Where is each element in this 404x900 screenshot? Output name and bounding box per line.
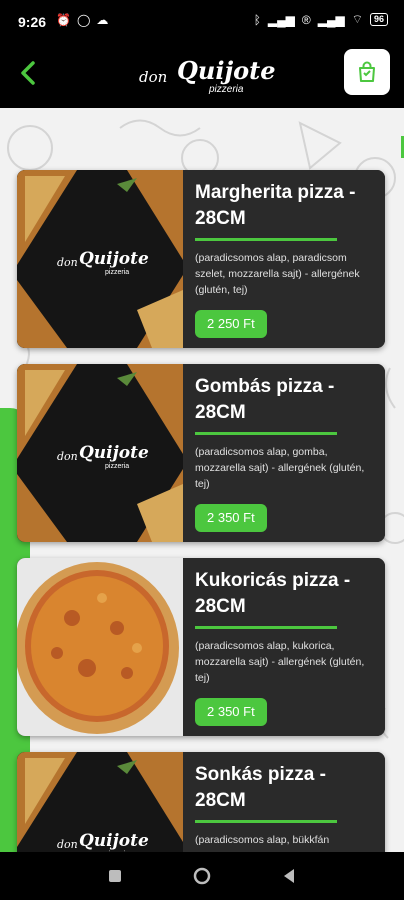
title-underline [195,432,337,435]
wifi-icon: ⌔ [351,12,363,26]
cart-button[interactable] [344,49,390,95]
product-title: Margherita pizza - 28CM [195,182,356,229]
svg-text:Quijote: Quijote [79,443,149,463]
status-time: 9:26 [18,14,47,30]
product-card[interactable]: don Quijote pizzeria Sonkás pizza - 28CM… [17,752,385,852]
product-image: don Quijote pizzeria [17,170,183,348]
product-title: Gombás pizza - 28CM [195,376,335,423]
svg-text:don: don [57,450,78,463]
shopping-bag-icon [359,61,375,82]
product-image: don Quijote pizzeria [17,752,183,852]
logo-don: don [139,68,168,86]
product-card[interactable]: don Quijote pizzeria Gombás pizza - 28CM… [17,364,385,542]
product-image [17,558,183,736]
battery-icon: 96 [369,13,388,26]
logo-quijote: Quijote [177,56,276,85]
status-right-icons: ᛒ ▂▄▆ ® ▂▄▆ ⌔ 96 [254,12,388,27]
brand-logo: don Quijote pizzeria [137,54,276,100]
signal-icon: ▂▄▆ [317,12,345,27]
product-image: don Quijote pizzeria [17,364,183,542]
svg-text:pizzeria: pizzeria [105,463,129,470]
product-title: Sonkás pizza - 28CM [195,764,326,811]
circle-icon[interactable] [192,866,212,886]
product-description: (paradicsomos alap, kukorica, mozzarella… [195,640,365,684]
product-card[interactable]: don Quijote pizzeria Margherita pizza - … [17,170,385,348]
product-info: Margherita pizza - 28CM (paradicsomos al… [183,170,385,348]
price-badge[interactable]: 2 350 Ft [195,698,267,726]
logo-pizzeria: pizzeria [209,84,244,95]
signal-icon: ▂▄▆ [267,12,295,27]
status-bar: 9:26 ⏰ ◯ ☁ ᛒ ▂▄▆ ® ▂▄▆ ⌔ 96 [0,0,404,44]
square-icon[interactable] [105,866,125,886]
product-info: Gombás pizza - 28CM (paradicsomos alap, … [183,364,385,542]
title-underline [195,238,337,241]
product-description: (paradicsomos alap, paradicsom szelet, m… [195,252,360,296]
product-info: Kukoricás pizza - 28CM (paradicsomos ala… [183,558,385,736]
system-nav-bar [0,852,404,900]
svg-text:Quijote: Quijote [79,831,149,851]
title-underline [195,820,337,823]
product-description: (paradicsomos alap, bükkfán [195,834,330,846]
svg-text:don: don [57,838,78,851]
svg-text:don: don [57,256,78,269]
triangle-back-icon[interactable] [280,866,300,886]
price-badge[interactable]: 2 350 Ft [195,504,267,532]
registered-icon: ® [301,12,311,27]
product-title: Kukoricás pizza - 28CM [195,570,351,617]
product-card[interactable]: Kukoricás pizza - 28CM (paradicsomos ala… [17,558,385,736]
title-underline [195,626,337,629]
bluetooth-icon: ᛒ [253,12,261,27]
price-badge[interactable]: 2 250 Ft [195,310,267,338]
product-list[interactable]: don Quijote pizzeria Margherita pizza - … [0,108,404,852]
product-description: (paradicsomos alap, gomba, mozzarella sa… [195,446,365,490]
product-info: Sonkás pizza - 28CM (paradicsomos alap, … [183,752,385,852]
app-bar: don Quijote pizzeria [0,44,404,108]
svg-text:Quijote: Quijote [79,249,149,269]
chevron-left-icon [21,61,35,85]
alarm-icon: ⏰ [56,13,71,27]
circle-icon: ◯ [76,13,91,27]
svg-text:pizzeria: pizzeria [105,269,129,276]
cloud-icon: ☁ [96,13,109,27]
status-left-icons: ⏰ ◯ ☁ [56,13,108,27]
back-button[interactable] [14,58,44,88]
